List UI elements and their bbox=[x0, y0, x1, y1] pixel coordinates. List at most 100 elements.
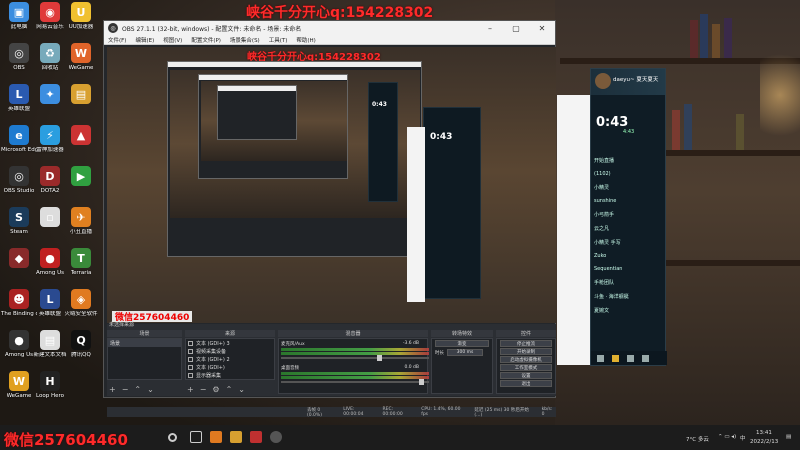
notification-icon[interactable]: ▤ bbox=[786, 434, 791, 440]
clock-date[interactable]: 2022/2/13 bbox=[750, 439, 778, 445]
qq-live-panel[interactable]: daeyu~ 夏天夏天 0:43 4:43 开始直播 (1102) 小精灵 sunsh… bbox=[590, 68, 667, 366]
mic-volume-knob[interactable] bbox=[377, 355, 382, 361]
settings-icon[interactable] bbox=[642, 354, 649, 362]
desktop-icon[interactable]: ✦ bbox=[33, 84, 67, 130]
desktop-volume-slider[interactable] bbox=[281, 379, 429, 385]
desktop-icon[interactable]: ⚡ 雷神加速器 bbox=[33, 125, 67, 171]
status-delay: 延迟 (25 ms) 30 秒后开始(...) bbox=[474, 407, 529, 418]
remove-source-button[interactable]: − bbox=[200, 385, 207, 394]
desktop-icon[interactable]: T Terraria bbox=[64, 248, 98, 294]
source-down-button[interactable]: ⌄ bbox=[238, 385, 245, 394]
desktop-icon[interactable]: W WeGame bbox=[2, 371, 36, 417]
desktop-icon[interactable]: ◎ OBS bbox=[2, 43, 36, 89]
scenes-list[interactable]: 场景 bbox=[107, 338, 182, 380]
chat-icon[interactable] bbox=[597, 354, 604, 362]
desktop-level-meter bbox=[281, 372, 429, 375]
desktop-icon[interactable]: L 英雄联盟 bbox=[2, 84, 36, 130]
scene-up-button[interactable]: ⌃ bbox=[134, 385, 141, 394]
source-item[interactable]: 显示器采集 bbox=[186, 371, 274, 379]
text-source-icon bbox=[188, 340, 193, 346]
minimize-button[interactable]: – bbox=[477, 21, 503, 35]
desktop-icon[interactable]: ▤ 新建文本文档 bbox=[33, 330, 67, 376]
obs-taskbar-icon[interactable] bbox=[270, 431, 282, 443]
stop-streaming-button[interactable]: 停止推流 bbox=[500, 340, 552, 347]
taskbar-app-icon[interactable] bbox=[230, 431, 242, 443]
menu-view[interactable]: 视图(V) bbox=[163, 36, 182, 44]
chat-window-strip[interactable] bbox=[557, 95, 592, 365]
source-item[interactable]: 视频采集设备 bbox=[186, 347, 274, 355]
desktop-icon[interactable]: D DOTA2 bbox=[33, 166, 67, 212]
duration-input[interactable]: 300 ms bbox=[447, 349, 483, 356]
desktop-icon-label: 此电脑 bbox=[10, 24, 28, 30]
desktop-volume-knob[interactable] bbox=[419, 379, 424, 385]
menu-scene-collection[interactable]: 场景集合(S) bbox=[230, 36, 260, 44]
menu-file[interactable]: 文件(F) bbox=[108, 36, 126, 44]
clock-time[interactable]: 13:41 bbox=[756, 430, 772, 436]
taskbar-app-icon[interactable] bbox=[250, 431, 262, 443]
desktop-icon[interactable]: ◉ 网易云音乐 bbox=[33, 2, 67, 48]
task-view-icon[interactable] bbox=[190, 431, 202, 443]
add-source-button[interactable]: + bbox=[187, 385, 194, 394]
scene-down-button[interactable]: ⌄ bbox=[147, 385, 154, 394]
settings-button[interactable]: 设置 bbox=[500, 372, 552, 379]
desktop-icon[interactable]: ◈ 火绒安全软件 bbox=[64, 289, 98, 335]
maximize-button[interactable]: ▢ bbox=[503, 21, 529, 35]
qq-message: 云之凡 bbox=[594, 226, 610, 232]
menu-help[interactable]: 帮助(H) bbox=[296, 36, 315, 44]
obs-title-bar[interactable]: ◎ OBS 27.1.1 (32-bit, windows) - 配置文件: 未… bbox=[104, 21, 555, 35]
desktop-icon[interactable]: ▶ bbox=[64, 166, 98, 212]
source-item[interactable]: 文本 (GDI+) bbox=[186, 363, 274, 371]
desktop-icon[interactable]: Q 腾讯QQ bbox=[64, 330, 98, 376]
source-item[interactable]: 文本 (GDI+) 2 bbox=[186, 355, 274, 363]
source-settings-icon[interactable]: ⚙ bbox=[212, 385, 219, 394]
desktop-icon[interactable]: ● Among Us bbox=[33, 248, 67, 294]
exit-button[interactable]: 退出 bbox=[500, 380, 552, 387]
desktop-icon[interactable]: L 英雄联盟 bbox=[33, 289, 67, 335]
menu-tools[interactable]: 工具(T) bbox=[269, 36, 288, 44]
studio-mode-button[interactable]: 工作室模式 bbox=[500, 364, 552, 371]
desktop-level-meter bbox=[281, 376, 429, 379]
sources-list[interactable]: 文本 (GDI+) 3 视频采集设备 文本 (GDI+) 2 文本 (GDI+)… bbox=[185, 338, 275, 380]
avatar[interactable] bbox=[595, 73, 611, 89]
desktop-icon[interactable]: W WeGame bbox=[64, 43, 98, 89]
desktop-icon[interactable]: ▣ 此电脑 bbox=[2, 2, 36, 48]
desktop-icon[interactable]: ◎ OBS Studio bbox=[2, 166, 36, 212]
desktop-icon[interactable]: ☻ The Binding of Isaac bbox=[1, 289, 37, 335]
app-icon: ◈ bbox=[71, 289, 91, 309]
remove-scene-button[interactable]: − bbox=[122, 385, 129, 394]
source-up-button[interactable]: ⌃ bbox=[226, 385, 233, 394]
menu-edit[interactable]: 编辑(E) bbox=[135, 36, 154, 44]
transition-select[interactable]: 渐变 bbox=[435, 340, 489, 347]
app-icon: S bbox=[9, 207, 29, 227]
desktop-icon[interactable]: ● Among Us bbox=[2, 330, 36, 376]
desktop-icon[interactable]: U UU加速器 bbox=[64, 2, 98, 48]
menu-profile[interactable]: 配置文件(P) bbox=[191, 36, 221, 44]
obs-preview[interactable]: 峡谷千分开心q:154228302 0:43 0:43 微信257604460 bbox=[107, 47, 556, 323]
add-scene-button[interactable]: + bbox=[109, 385, 116, 394]
desktop-icon[interactable]: ✈ 小丑直播 bbox=[64, 207, 98, 253]
desktop-icon[interactable]: H Loop Hero bbox=[33, 371, 67, 417]
desktop-icon[interactable]: ▤ bbox=[64, 84, 98, 130]
tray-icons[interactable]: ⌃ ▭ ◂) bbox=[718, 434, 736, 440]
scene-item[interactable]: 场景 bbox=[108, 339, 181, 347]
virtual-camera-button[interactable]: 启动虚拟摄像机 bbox=[500, 356, 552, 363]
close-button[interactable]: ✕ bbox=[529, 21, 555, 35]
desktop-icon[interactable]: S Steam bbox=[2, 207, 36, 253]
desktop-icon-label: 雷神加速器 bbox=[36, 147, 64, 153]
gift-icon[interactable] bbox=[612, 354, 619, 362]
mic-volume-slider[interactable] bbox=[281, 355, 429, 361]
start-recording-button[interactable]: 开始录制 bbox=[500, 348, 552, 355]
desktop-icon[interactable]: e Microsoft Edge bbox=[1, 125, 37, 171]
taskbar-app-icon[interactable] bbox=[210, 431, 222, 443]
book bbox=[700, 14, 708, 58]
desktop-icon[interactable]: ▲ bbox=[64, 125, 98, 171]
desktop-icon[interactable]: ▫ bbox=[33, 207, 67, 253]
mic-icon[interactable] bbox=[627, 354, 634, 362]
source-item[interactable]: 文本 (GDI+) 3 bbox=[186, 339, 274, 347]
obs-window[interactable]: ◎ OBS 27.1.1 (32-bit, windows) - 配置文件: 未… bbox=[103, 20, 556, 418]
search-icon[interactable] bbox=[168, 433, 177, 442]
weather-widget[interactable]: 7°C 多云 bbox=[686, 435, 709, 443]
desktop-icon[interactable]: ♻ 回收站 bbox=[33, 43, 67, 89]
desktop-icon[interactable]: ◆ bbox=[2, 248, 36, 294]
ime-indicator[interactable]: 中 bbox=[740, 434, 746, 442]
